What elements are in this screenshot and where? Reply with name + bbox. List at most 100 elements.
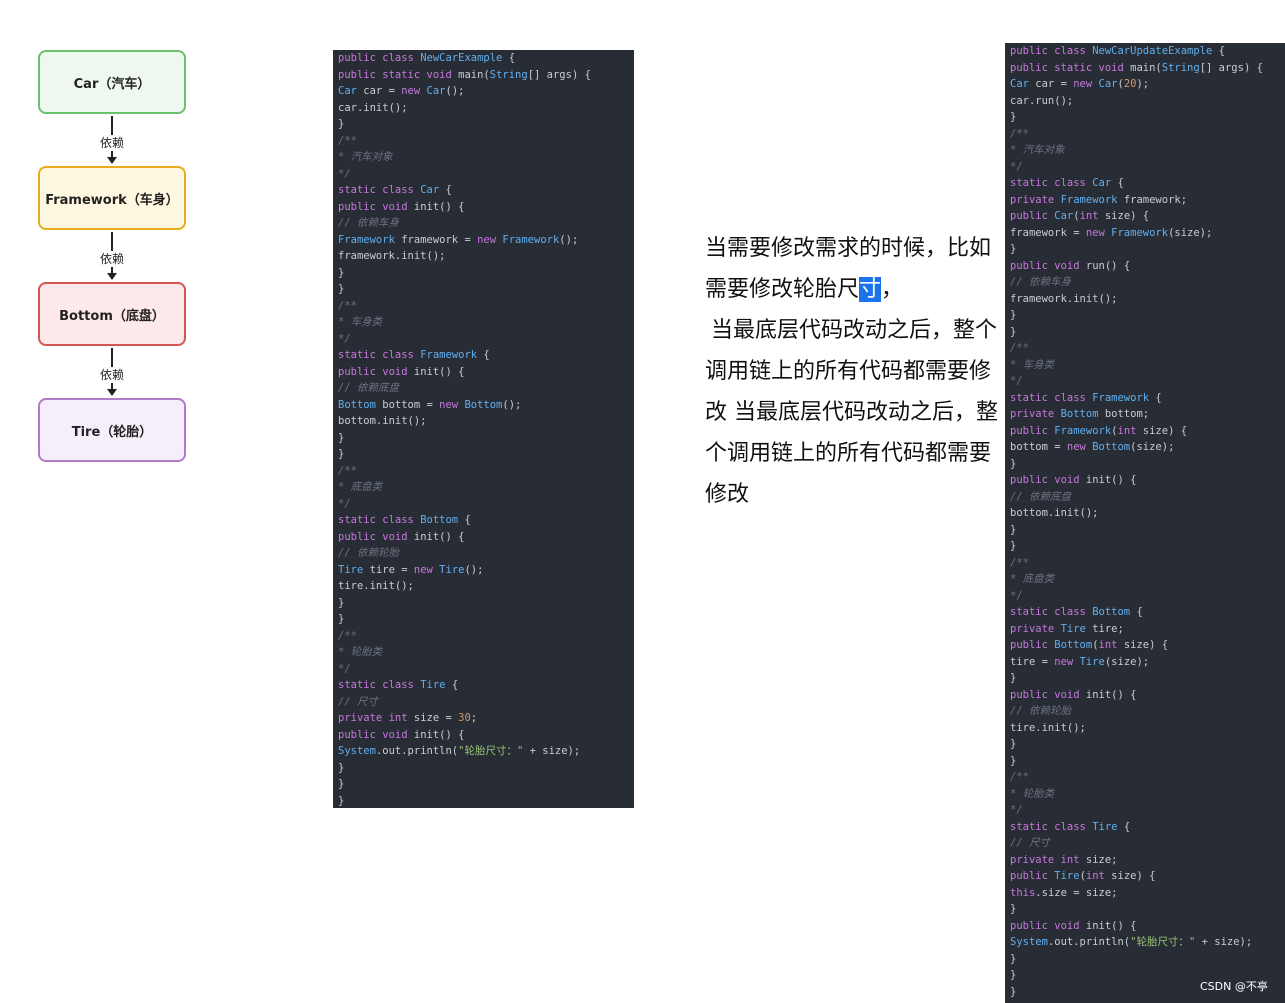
code-line: static class Car {	[1010, 177, 1124, 189]
code-line: public Bottom(int size) {	[1010, 639, 1169, 651]
arrow-head-icon	[107, 389, 117, 396]
code-line: private Bottom bottom;	[1010, 408, 1150, 420]
code-line: Car car = new Car();	[338, 85, 465, 97]
code-line: // 尺寸	[338, 695, 378, 708]
code-line: // 依赖轮胎	[338, 547, 399, 559]
code-line: public void init() {	[338, 728, 465, 741]
code-line: public void init() {	[338, 200, 465, 213]
code-line: private int size;	[1010, 853, 1118, 866]
edge-label: 依赖	[92, 251, 132, 267]
code-line: }	[1010, 309, 1017, 321]
code-line: }	[1010, 457, 1017, 470]
code-line: public void init() {	[1010, 688, 1137, 701]
code-line: }	[338, 613, 345, 625]
code-line: // 依赖轮胎	[1010, 705, 1071, 717]
code-panel-left: public class NewCarExample { public stati…	[333, 50, 634, 808]
code-line: /**	[338, 134, 357, 147]
node-bottom: Bottom（底盘）	[38, 282, 186, 346]
code-line: /**	[338, 299, 357, 312]
code-line: */	[338, 167, 351, 180]
code-line: }	[1010, 540, 1017, 552]
code-line: bottom.init();	[338, 415, 427, 427]
code-line: /**	[338, 629, 357, 642]
code-line: }	[1010, 243, 1017, 255]
code-line: public void init() {	[338, 365, 465, 378]
code-line: }	[1010, 738, 1017, 750]
note-text: ，	[881, 277, 904, 302]
code-line: public Tire(int size) {	[1010, 870, 1156, 882]
code-line: Bottom bottom = new Bottom();	[338, 398, 522, 411]
selected-text: 寸	[859, 277, 882, 302]
code-line: }	[338, 118, 345, 130]
code-line: }	[338, 596, 345, 609]
note-text: 当最底层代码改动之后，整个调用链上的所有代码都需要修改 当最底层代码改动之后，整…	[705, 318, 998, 507]
code-line: */	[1010, 375, 1023, 387]
code-line: }	[1010, 325, 1017, 338]
code-line: * 底盘类	[1010, 573, 1055, 585]
code-line: }	[338, 266, 345, 279]
code-line: }	[1010, 903, 1017, 915]
code-line: */	[1010, 589, 1023, 602]
code-line: /**	[338, 464, 357, 477]
code-line: */	[338, 662, 351, 675]
code-line: public Framework(int size) {	[1010, 424, 1188, 437]
code-line: }	[338, 448, 345, 460]
code-line: * 车身类	[1010, 358, 1055, 371]
note-text: 当需要修改需求的时候，比如需要修改轮胎尺	[705, 236, 992, 302]
code-line: */	[338, 497, 351, 510]
code-line: */	[338, 332, 351, 345]
code-line: }	[338, 778, 345, 790]
code-line: * 汽车对象	[1010, 144, 1065, 156]
code-line: }	[1010, 754, 1017, 767]
code-line: }	[338, 283, 345, 295]
code-line: public Car(int size) {	[1010, 210, 1150, 222]
node-framework: Framework（车身）	[38, 166, 186, 230]
code-line: // 依赖底盘	[1010, 490, 1071, 503]
code-line: bottom.init();	[1010, 507, 1099, 519]
arrow-head-icon	[107, 157, 117, 164]
code-line: public static void main(String[] args) {	[338, 68, 591, 81]
code-line: framework.init();	[1010, 292, 1118, 305]
code-line: // 依赖车身	[1010, 276, 1071, 288]
code-line: /**	[1010, 771, 1029, 783]
code-line: framework.init();	[338, 250, 446, 262]
code-line: static class Bottom {	[338, 514, 471, 526]
code-line: // 尺寸	[1010, 837, 1050, 849]
code-line: Car car = new Car(20);	[1010, 78, 1150, 90]
node-car: Car（汽车）	[38, 50, 186, 114]
code-line: public class NewCarExample {	[338, 52, 516, 64]
code-line: * 车身类	[338, 316, 383, 328]
code-line: Framework framework = new Framework();	[338, 233, 579, 246]
code-line: public static void main(String[] args) {	[1010, 61, 1263, 74]
code-line: framework = new Framework(size);	[1010, 226, 1213, 239]
arrow-head-icon	[107, 273, 117, 280]
code-line: }	[1010, 672, 1017, 684]
code-line: */	[1010, 160, 1023, 173]
code-line: public class NewCarUpdateExample {	[1010, 45, 1225, 57]
code-line: /**	[1010, 127, 1029, 140]
code-line: /**	[1010, 556, 1029, 569]
code-line: }	[338, 431, 345, 444]
code-line: System.out.println("轮胎尺寸：" + size);	[1010, 936, 1253, 948]
code-line: public void init() {	[338, 530, 465, 543]
code-line: * 轮胎类	[1010, 787, 1055, 800]
code-line: * 汽车对象	[338, 151, 393, 163]
code-line: bottom = new Bottom(size);	[1010, 441, 1175, 453]
edge-label: 依赖	[92, 135, 132, 151]
code-line: System.out.println("轮胎尺寸：" + size);	[338, 745, 581, 757]
code-line: static class Tire {	[1010, 820, 1131, 833]
code-line: public void init() {	[1010, 919, 1137, 932]
code-line: static class Bottom {	[1010, 606, 1143, 618]
code-line: tire.init();	[338, 580, 414, 592]
watermark: CSDN @不亭	[1200, 980, 1268, 993]
code-line: private Tire tire;	[1010, 622, 1124, 635]
code-line: // 依赖底盘	[338, 382, 399, 394]
code-line: public void run() {	[1010, 259, 1131, 272]
code-line: */	[1010, 804, 1023, 816]
code-line: Tire tire = new Tire();	[338, 563, 484, 576]
code-line: static class Tire {	[338, 679, 459, 691]
code-line: this.size = size;	[1010, 886, 1118, 899]
code-line: private Framework framework;	[1010, 193, 1188, 206]
code-line: tire = new Tire(size);	[1010, 655, 1150, 668]
code-line: /**	[1010, 342, 1029, 354]
